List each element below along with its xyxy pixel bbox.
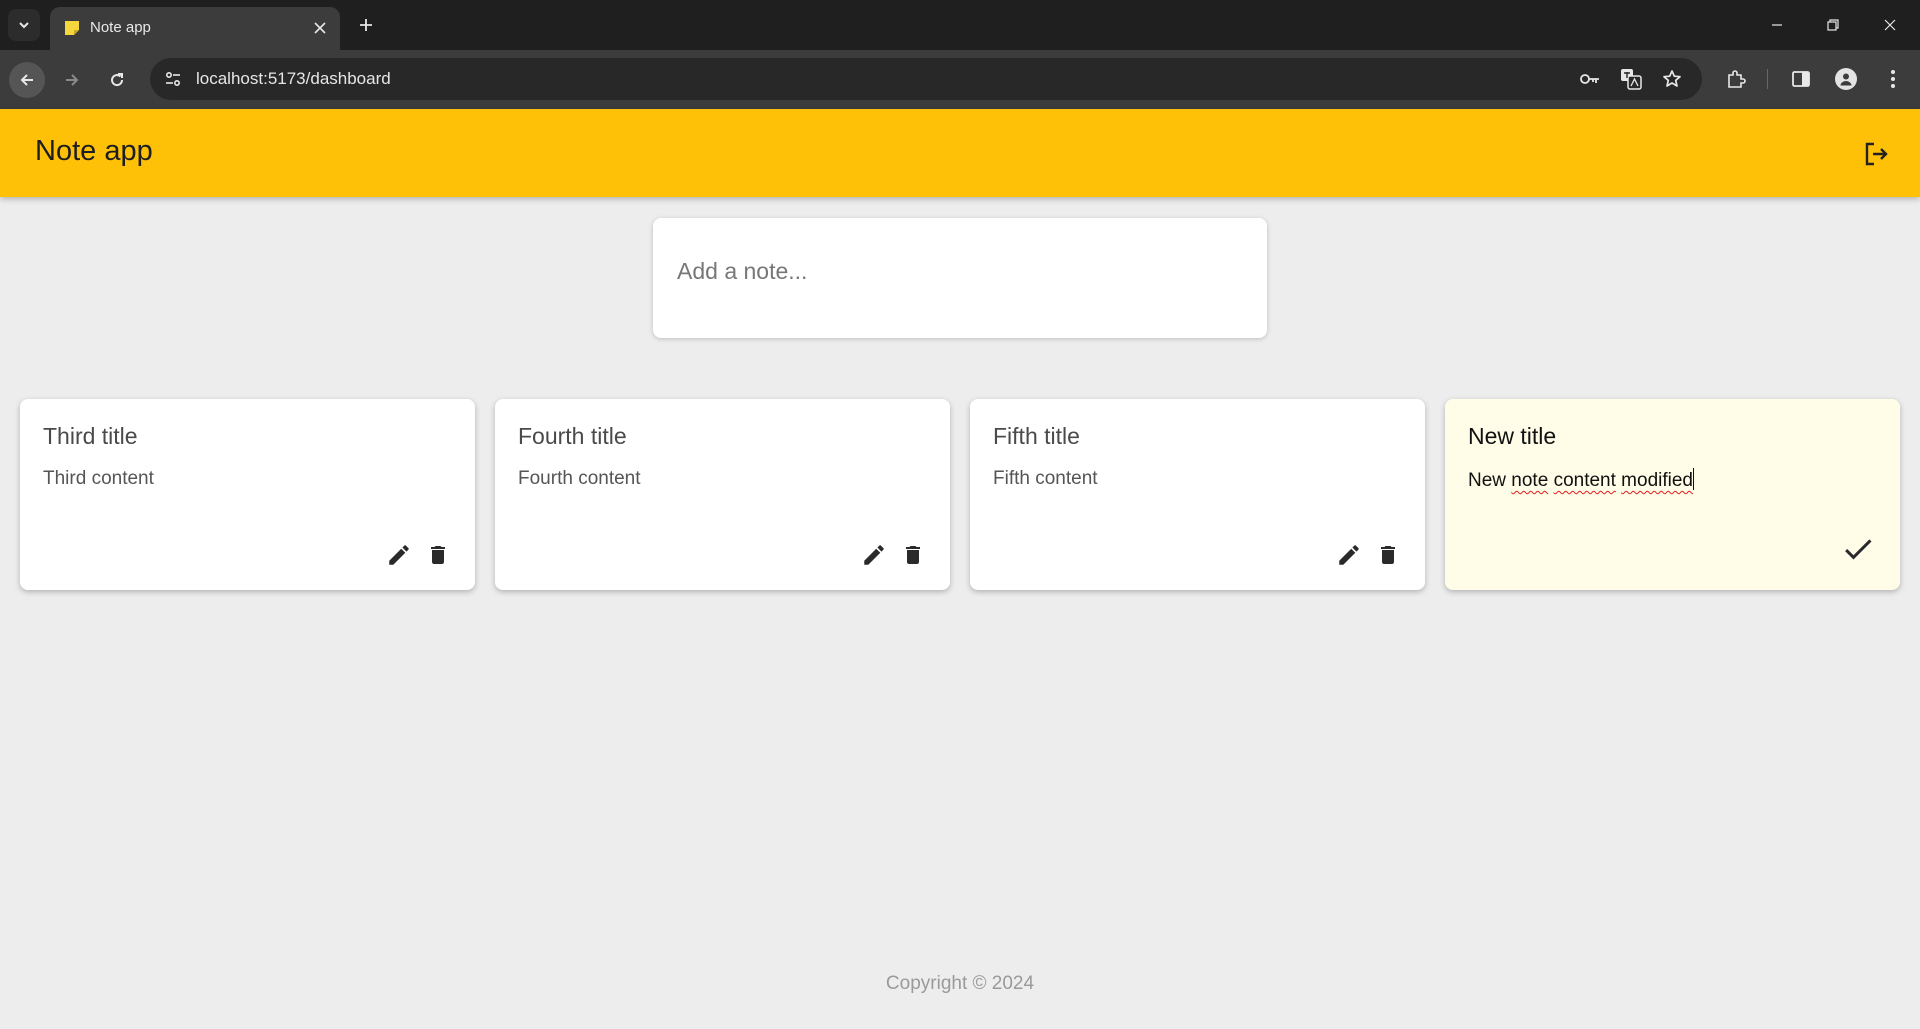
- avatar: [1835, 68, 1857, 90]
- plus-icon: [360, 19, 372, 31]
- edit-note-button[interactable]: [1333, 539, 1365, 571]
- profile-button[interactable]: [1833, 66, 1859, 92]
- footer-copyright: Copyright © 2024: [885, 973, 1035, 994]
- extensions-button[interactable]: [1723, 66, 1749, 92]
- browser-tabstrip: Note app: [0, 0, 1920, 50]
- puzzle-icon: [1728, 70, 1746, 88]
- delete-note-button[interactable]: [1372, 539, 1404, 571]
- address-bar[interactable]: localhost:5173/dashboard: [150, 58, 1702, 100]
- person-icon: [1840, 73, 1852, 86]
- more-vert-icon: [1891, 70, 1895, 88]
- misspelled-word: content: [1553, 470, 1616, 491]
- misspelled-word: note: [1511, 470, 1549, 491]
- note-card: Fifth title Fifth content: [970, 399, 1425, 590]
- edit-note-button[interactable]: [383, 539, 415, 571]
- add-note-input[interactable]: [675, 252, 1239, 290]
- star-icon: [1663, 70, 1681, 87]
- new-tab-button[interactable]: [354, 13, 378, 37]
- logout-icon: [1865, 142, 1888, 166]
- app-header: Note app: [0, 109, 1920, 197]
- close-icon: [314, 22, 326, 34]
- note-title: Fourth title: [518, 423, 627, 449]
- chevron-down-icon: [19, 22, 29, 29]
- close-window-button[interactable]: [1877, 12, 1903, 38]
- arrow-right-icon: [66, 74, 79, 86]
- text-caret: [1693, 468, 1694, 490]
- minimize-button[interactable]: [1764, 12, 1790, 38]
- delete-note-button[interactable]: [897, 539, 929, 571]
- key-icon: [1580, 74, 1599, 84]
- browser-toolbar: localhost:5173/dashboard: [0, 50, 1920, 109]
- note-content-input[interactable]: New note content modified: [1468, 468, 1694, 492]
- note-content: Third content: [43, 468, 154, 489]
- restore-button[interactable]: [1820, 12, 1846, 38]
- tune-icon: [165, 71, 181, 87]
- toolbar-separator: [1767, 69, 1768, 89]
- note-title-input[interactable]: New title: [1468, 423, 1556, 450]
- check-icon: [1845, 539, 1872, 560]
- add-note-card: [653, 218, 1267, 338]
- trash-icon: [1381, 546, 1395, 564]
- reload-button[interactable]: [99, 62, 135, 98]
- note-favicon-icon: [65, 21, 79, 35]
- note-title: Fifth title: [993, 423, 1080, 449]
- tab-title: Note app: [90, 19, 151, 36]
- browser-tab[interactable]: Note app: [50, 7, 340, 50]
- pencil-icon: [389, 545, 409, 565]
- note-card: Fourth title Fourth content: [495, 399, 950, 590]
- arrow-left-icon: [20, 74, 33, 86]
- close-icon: [1884, 19, 1896, 31]
- restore-icon: [1827, 19, 1839, 31]
- content-word: New: [1468, 470, 1512, 491]
- note-card: Third title Third content: [20, 399, 475, 590]
- trash-icon: [431, 546, 445, 564]
- password-key-button[interactable]: [1578, 67, 1602, 91]
- side-panel-icon: [1792, 71, 1810, 87]
- app-title: Note app: [35, 135, 153, 167]
- edit-note-button[interactable]: [858, 539, 890, 571]
- translate-button[interactable]: [1619, 67, 1643, 91]
- tab-search-button[interactable]: [8, 9, 40, 41]
- site-info-button[interactable]: [160, 66, 186, 92]
- side-panel-button[interactable]: [1788, 66, 1814, 92]
- pencil-icon: [864, 545, 884, 565]
- url-text: localhost:5173/dashboard: [196, 69, 391, 88]
- back-button[interactable]: [9, 62, 45, 98]
- note-title: Third title: [43, 423, 138, 449]
- misspelled-word: modified: [1621, 470, 1693, 491]
- logout-button[interactable]: [1860, 138, 1892, 170]
- translate-icon: [1621, 69, 1642, 90]
- pencil-icon: [1339, 545, 1359, 565]
- reload-icon: [111, 73, 124, 87]
- forward-button[interactable]: [54, 62, 90, 98]
- tab-close-button[interactable]: [310, 18, 330, 38]
- bookmark-star-button[interactable]: [1660, 67, 1684, 91]
- note-content: Fifth content: [993, 468, 1098, 489]
- note-card-editing: New title New note content modified: [1445, 399, 1900, 590]
- note-content: Fourth content: [518, 468, 641, 489]
- minimize-icon: [1772, 24, 1782, 26]
- trash-icon: [906, 546, 920, 564]
- browser-menu-button[interactable]: [1880, 66, 1906, 92]
- save-note-button[interactable]: [1836, 527, 1880, 571]
- delete-note-button[interactable]: [422, 539, 454, 571]
